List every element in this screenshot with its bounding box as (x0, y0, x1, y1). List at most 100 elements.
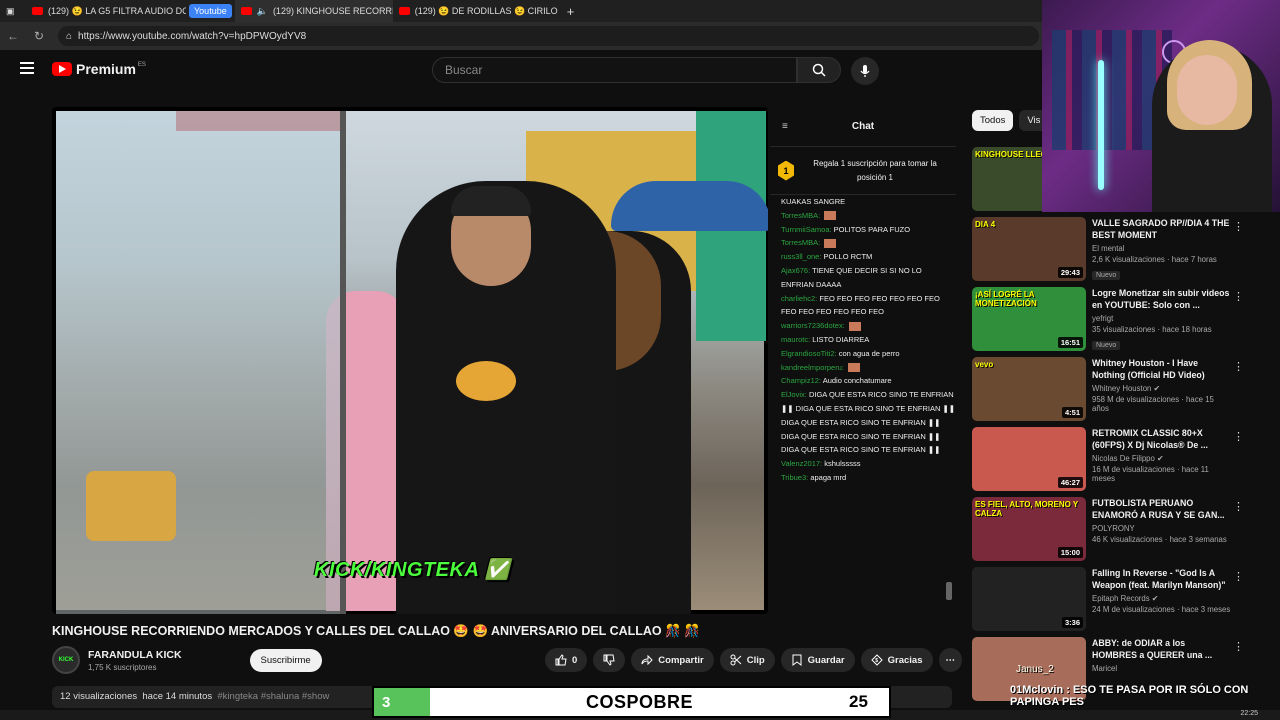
channel-avatar[interactable]: KICK (52, 646, 80, 674)
recommendation-title[interactable]: VALLE SAGRADO RP//DIA 4 THE BEST MOMENT (1092, 218, 1232, 241)
save-button[interactable]: Guardar (780, 648, 855, 672)
thumbs-up-icon (555, 654, 567, 666)
video-duration: 4:51 (1061, 407, 1083, 418)
tab-title: (129) 😉 DE RODILLAS 😉 CIRILO (414, 5, 558, 16)
recommendation-channel[interactable]: yefrigt (1092, 314, 1232, 323)
recommendation-thumbnail[interactable]: DIA 4 29:43 (972, 217, 1086, 281)
browser-tab-1[interactable]: (129) 😉 LA G5 FILTRA AUDIO DC ✕ (26, 0, 186, 22)
recommendation-item[interactable]: DIA 4 29:43 VALLE SAGRADO RP//DIA 4 THE BE… (972, 214, 1280, 284)
browser-tab-2[interactable]: 🔈 (129) KINGHOUSE RECORRI ✕ (234, 0, 393, 22)
recommendation-title[interactable]: Falling In Reverse - "God Is A Weapon (f… (1092, 568, 1232, 591)
recommendation-item[interactable]: ¡ASÍ LOGRÉ LA MONETIZACIÓN 16:51 Logre Mon… (972, 284, 1280, 354)
search-input[interactable]: Buscar (432, 57, 797, 83)
chat-username[interactable]: warriors7236dotex: (781, 321, 845, 330)
chat-username[interactable]: TorresMBA: (781, 238, 820, 247)
clip-label: Clip (746, 654, 765, 666)
thanks-dollar-icon: $ (870, 654, 883, 666)
recommendation-title[interactable]: ABBY: de ODIAR a los HOMBRES a QUERER un… (1092, 638, 1232, 661)
menu-icon[interactable] (20, 62, 34, 74)
recommendation-item[interactable]: ES FIEL, ALTO, MORENO Y CALZA 15:00 FUTBOL… (972, 494, 1280, 564)
video-player[interactable]: KICK/KINGTEKA ✅ (52, 107, 768, 614)
recommendation-channel[interactable]: El mental (1092, 244, 1232, 253)
more-actions-button[interactable]: ⋯ (938, 648, 962, 672)
browser-tab-3[interactable]: (129) 😉 DE RODILLAS 😉 CIRILO ✕ (393, 0, 561, 22)
chat-username[interactable]: Tribue3: (781, 473, 808, 482)
chat-menu-icon[interactable]: ≡ (782, 121, 788, 132)
recommendation-item[interactable]: vevo 4:51 Whitney Houston - I Have Nothing… (972, 354, 1280, 424)
chat-username[interactable]: kandreelmporperu: (781, 363, 844, 372)
chat-header: ≡ Chat (770, 107, 956, 147)
more-options-icon[interactable]: ⋮ (1233, 360, 1244, 373)
recommendation-thumbnail[interactable]: ES FIEL, ALTO, MORENO Y CALZA 15:00 (972, 497, 1086, 561)
chat-text: LISTO DIARREA (812, 334, 870, 344)
recommendation-title[interactable]: FUTBOLISTA PERUANO ENAMORÓ A RUSA Y SE G… (1092, 498, 1232, 521)
blue-umbrella (611, 181, 768, 231)
recommendation-info: FUTBOLISTA PERUANO ENAMORÓ A RUSA Y SE G… (1092, 498, 1232, 544)
more-options-icon[interactable]: ⋮ (1233, 430, 1244, 443)
recommendation-thumbnail[interactable]: vevo 4:51 (972, 357, 1086, 421)
youtube-favicon-icon (240, 7, 252, 15)
share-button[interactable]: Compartir (631, 648, 714, 672)
like-button[interactable]: 0 (545, 648, 588, 672)
clip-button[interactable]: Clip (719, 648, 775, 672)
recommendation-title[interactable]: Whitney Houston - I Have Nothing (Offici… (1092, 358, 1232, 381)
chat-messages: KUAKAS SANGRE TorresMBA: TurnmiiSamoa: PO… (770, 195, 956, 485)
logo-text: Premium (76, 61, 136, 77)
more-options-icon[interactable]: ⋮ (1233, 290, 1244, 303)
subscribe-button[interactable]: Suscribirme (249, 648, 322, 672)
chat-username[interactable]: russ3ll_one: (781, 252, 821, 261)
recommendation-meta: 958 M de visualizaciones · hace 15 años (1092, 395, 1214, 413)
recommendation-meta: 24 M de visualizaciones · hace 3 meses (1092, 605, 1231, 614)
chat-scrollbar[interactable] (946, 582, 952, 600)
chat-username[interactable]: maurotc: (781, 335, 810, 344)
chat-username[interactable]: TorresMBA: (781, 211, 820, 220)
more-options-icon[interactable]: ⋮ (1233, 220, 1244, 233)
channel-row: KICK FARANDULA KICK 1,75 K suscriptores … (52, 646, 322, 674)
chip-all[interactable]: Todos (972, 110, 1014, 131)
url-text: https://www.youtube.com/watch?v=hpDPWOyd… (78, 30, 307, 42)
recommendation-title[interactable]: RETROMIX CLASSIC 80+X (60FPS) X Dj Nicol… (1092, 428, 1232, 451)
chat-username[interactable]: Champiz12: (781, 376, 821, 385)
recommendation-item[interactable]: 46:27 RETROMIX CLASSIC 80+X (60FPS) X Dj … (972, 424, 1280, 494)
thanks-button[interactable]: $ Gracias (860, 648, 933, 672)
tab-strip-icon[interactable]: ▣ (0, 0, 26, 22)
view-count: 12 visualizaciones (60, 691, 138, 702)
recommendation-thumbnail[interactable]: 46:27 (972, 427, 1086, 491)
reload-icon[interactable]: ↻ (30, 29, 48, 43)
youtube-logo[interactable]: Premium ES (52, 61, 146, 77)
chat-username[interactable]: TurnmiiSamoa: (781, 225, 832, 234)
tab-group-pill[interactable]: Youtube (189, 4, 232, 18)
voice-search-button[interactable] (851, 57, 879, 85)
recommendation-channel[interactable]: Epitaph Records ✔ (1092, 594, 1232, 603)
chat-username[interactable]: ElJovix: (781, 390, 807, 399)
recommendation-channel[interactable]: POLYRONY (1092, 524, 1232, 533)
dislike-button[interactable] (593, 648, 626, 672)
recommendation-channel[interactable]: Maricel (1092, 664, 1232, 673)
recommendation-channel[interactable]: Nicolas De Filippo ✔ (1092, 454, 1232, 463)
recommendation-item[interactable]: 3:36 Falling In Reverse - "God Is A Weapo… (972, 564, 1280, 634)
site-info-icon[interactable]: ⌂ (66, 31, 72, 42)
recommendation-channel[interactable]: Whitney Houston ✔ (1092, 384, 1232, 393)
url-field[interactable]: ⌂ https://www.youtube.com/watch?v=hpDPWO… (58, 26, 1039, 46)
more-options-icon[interactable]: ⋮ (1233, 640, 1244, 653)
search-button[interactable] (797, 57, 841, 83)
chat-username[interactable]: charliehc2: (781, 294, 817, 303)
recommendation-info: ABBY: de ODIAR a los HOMBRES a QUERER un… (1092, 638, 1232, 675)
more-options-icon[interactable]: ⋮ (1233, 500, 1244, 513)
emote-icon (824, 238, 837, 248)
thumbnail-caption: ¡ASÍ LOGRÉ LA MONETIZACIÓN (975, 290, 1037, 308)
pinned-gift-banner[interactable]: 1 Regala 1 suscripción para tomar la pos… (770, 147, 956, 195)
chat-username[interactable]: ElgrandiosoTiti2: (781, 349, 837, 358)
new-tab-icon[interactable]: + (561, 0, 581, 22)
recommendation-thumbnail[interactable]: 3:36 (972, 567, 1086, 631)
recommendation-meta: 2,6 K visualizaciones · hace 7 horas (1092, 255, 1217, 264)
ticker-line-1: 01Mclovin : ESO TE PASA POR IR SÓLO CON (1010, 684, 1249, 696)
chat-username[interactable]: Ajax676: (781, 266, 810, 275)
chat-username[interactable]: Valenz2017: (781, 459, 822, 468)
channel-name[interactable]: FARANDULA KICK (88, 649, 182, 661)
recommendation-thumbnail[interactable]: ¡ASÍ LOGRÉ LA MONETIZACIÓN 16:51 (972, 287, 1086, 351)
back-icon[interactable]: ← (4, 29, 22, 43)
recommendation-title[interactable]: Logre Monetizar sin subir videos en YOUT… (1092, 288, 1232, 311)
hashtags[interactable]: #kingteka #shaluna #show (217, 691, 329, 702)
more-options-icon[interactable]: ⋮ (1233, 570, 1244, 583)
